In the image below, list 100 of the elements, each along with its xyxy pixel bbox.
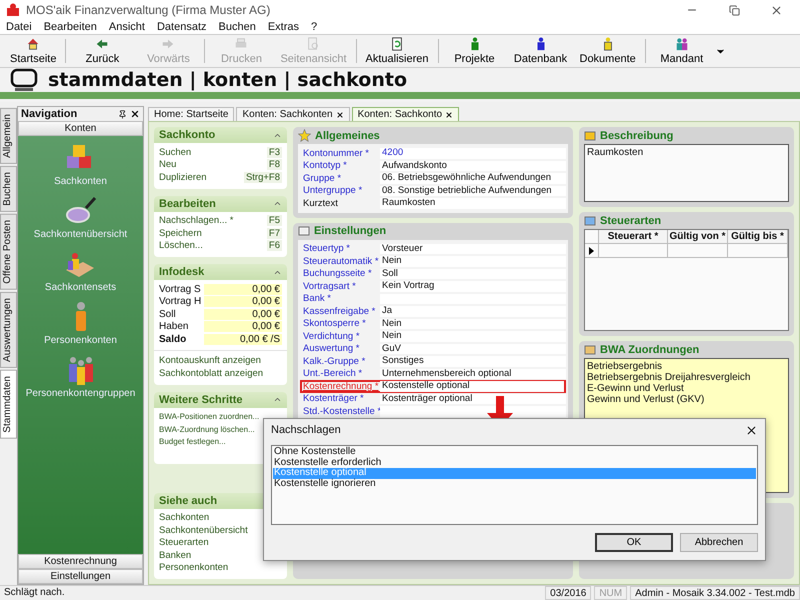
pane-title: Siehe auch bbox=[159, 494, 218, 506]
field-value[interactable]: Soll bbox=[380, 268, 566, 279]
menu-item[interactable]: Bearbeiten bbox=[44, 21, 97, 33]
shortcut-label: Strg+F8 bbox=[244, 172, 282, 183]
field-label[interactable]: Verdichtung * bbox=[300, 330, 380, 342]
field-value[interactable]: Ja bbox=[380, 306, 566, 316]
field-value[interactable]: Nein bbox=[380, 331, 566, 342]
field-value[interactable]: Kostenträger optional bbox=[380, 394, 566, 404]
menu-item[interactable]: Datei bbox=[6, 21, 32, 33]
toolbar-button[interactable]: Startseite bbox=[4, 35, 62, 67]
side-tab[interactable]: Auswertungen bbox=[0, 292, 17, 368]
list-item[interactable]: E-Gewinn und Verlust bbox=[587, 383, 786, 394]
menu-item[interactable]: Extras bbox=[268, 21, 300, 33]
list-item[interactable]: Gewinn und Verlust (GKV) bbox=[587, 394, 786, 405]
close-icon[interactable] bbox=[745, 424, 758, 436]
column-header[interactable]: Steuerart * bbox=[599, 230, 668, 243]
field-label[interactable]: Unt.-Bereich * bbox=[300, 368, 380, 380]
collapse-icon[interactable] bbox=[273, 199, 282, 208]
field-value[interactable]: Vorsteuer bbox=[380, 244, 566, 254]
field-value[interactable]: Nein bbox=[380, 256, 566, 266]
list-option[interactable]: Kostenstelle ignorieren bbox=[273, 478, 756, 489]
menu-item[interactable]: Buchen bbox=[218, 21, 256, 33]
task-link[interactable]: Löschen... F6 bbox=[159, 240, 282, 252]
field-value[interactable]: Sonstiges bbox=[380, 356, 566, 366]
toolbar-button[interactable]: Datenbank bbox=[508, 35, 574, 67]
field-label[interactable]: Kontonummer * bbox=[300, 148, 380, 159]
list-option[interactable]: Kostenstelle erforderlich bbox=[273, 458, 756, 468]
field-value[interactable]: GuV bbox=[380, 344, 566, 354]
task-link[interactable]: BWA-Positionen zuordnen... bbox=[159, 410, 282, 423]
menu-item[interactable]: Ansicht bbox=[108, 21, 145, 33]
field-value[interactable]: 4200 bbox=[380, 148, 566, 158]
settings-card-icon bbox=[298, 225, 310, 237]
field-label[interactable]: Vortragsart * bbox=[300, 280, 380, 292]
toolbar-button[interactable]: Dokumente bbox=[574, 35, 642, 67]
info-value: 0,00 € bbox=[204, 284, 282, 295]
task-link[interactable]: Duplizieren Strg+F8 bbox=[159, 171, 282, 184]
toolbar-button[interactable]: Aktualisieren bbox=[360, 35, 434, 67]
field-label[interactable]: Kurztext bbox=[300, 198, 380, 209]
field-label[interactable]: Steuerautomatik * bbox=[300, 256, 380, 267]
field-value[interactable]: Kostenstelle optional bbox=[380, 381, 564, 392]
column-header[interactable]: Gültig bis * bbox=[728, 230, 788, 243]
field-value[interactable]: 08. Sonstige betriebliche Aufwendungen bbox=[380, 186, 566, 196]
group-button[interactable]: Konten bbox=[18, 121, 143, 136]
field-label[interactable]: Kalk.-Gruppe * bbox=[300, 356, 380, 367]
field-label[interactable]: Skontosperre * bbox=[300, 318, 380, 330]
task-link[interactable]: Sachkontoblatt anzeigen bbox=[159, 367, 282, 380]
field-label[interactable]: Kostenträger * bbox=[300, 393, 380, 404]
field-value[interactable]: Raumkosten bbox=[380, 198, 566, 208]
close-icon[interactable] bbox=[336, 110, 344, 118]
side-tab[interactable]: Allgemein bbox=[0, 108, 17, 164]
field-value[interactable]: 06. Betriebsgewöhnliche Aufwendungen bbox=[380, 173, 566, 184]
list-item[interactable]: Betriebsergebnis bbox=[587, 361, 786, 372]
task-link[interactable]: Speichern F7 bbox=[159, 227, 282, 240]
description-field[interactable]: Raumkosten bbox=[584, 144, 789, 202]
nav-item[interactable]: Personenkonten bbox=[44, 335, 117, 346]
collapse-icon[interactable] bbox=[273, 395, 282, 404]
list-option[interactable]: Ohne Kostenstelle bbox=[273, 447, 756, 458]
task-link[interactable]: Nachschlagen... * F5 bbox=[159, 214, 282, 227]
field-label[interactable]: Kontotyp * bbox=[300, 160, 380, 172]
nav-item[interactable]: Personenkontengruppen bbox=[26, 388, 136, 399]
document-tab[interactable]: Konten: Sachkonten bbox=[236, 107, 350, 121]
pin-icon[interactable] bbox=[118, 110, 127, 118]
field-label[interactable]: Gruppe * bbox=[300, 172, 380, 184]
field-value[interactable]: Kein Vortrag bbox=[380, 281, 566, 292]
close-icon[interactable] bbox=[130, 109, 140, 119]
document-tab[interactable]: Konten: Sachkonto bbox=[352, 107, 460, 121]
document-tab[interactable]: Home: Startseite bbox=[148, 107, 234, 121]
task-link[interactable]: Neu F8 bbox=[159, 158, 282, 171]
toolbar-button[interactable]: Zurück bbox=[69, 35, 136, 67]
side-tab[interactable]: Stammdaten bbox=[0, 370, 17, 438]
group-button[interactable]: Kostenrechnung bbox=[18, 554, 143, 569]
list-item[interactable]: Betriebsergebnis Dreijahresvergleich bbox=[587, 372, 786, 383]
dialog-button[interactable]: OK bbox=[595, 533, 673, 552]
toolbar-button[interactable]: Projekte bbox=[442, 35, 508, 67]
task-link[interactable]: Personenkonten bbox=[159, 562, 282, 574]
field-value[interactable] bbox=[380, 406, 566, 416]
info-value: 0,00 € bbox=[204, 308, 282, 320]
column-header[interactable]: Gültig von * bbox=[668, 230, 728, 243]
toolbar-button[interactable]: Mandant bbox=[648, 35, 715, 67]
close-icon[interactable] bbox=[445, 110, 454, 118]
field-value[interactable]: Nein bbox=[380, 318, 566, 329]
field-label[interactable]: Untergruppe * bbox=[300, 185, 380, 196]
field-label[interactable]: Buchungsseite * bbox=[300, 268, 380, 280]
field-label[interactable]: Auswertung * bbox=[300, 343, 380, 354]
menu-item[interactable]: ? bbox=[311, 21, 318, 33]
menu-item[interactable]: Datensatz bbox=[156, 21, 207, 33]
status-text: 03/2016 bbox=[545, 586, 592, 600]
field-label[interactable]: Steuertyp * bbox=[300, 243, 380, 254]
task-link[interactable]: Kontoauskunft anzeigen bbox=[159, 354, 282, 367]
dialog-button[interactable]: Abbrechen bbox=[680, 533, 758, 552]
task-link[interactable]: Suchen F3 bbox=[159, 146, 282, 158]
field-value[interactable]: Unternehmensbereich optional bbox=[380, 368, 566, 379]
side-tab[interactable]: Offene Posten bbox=[0, 214, 17, 290]
field-label[interactable]: Kostenrechnung * bbox=[300, 380, 380, 392]
field-value[interactable]: Aufwandskonto bbox=[380, 160, 566, 171]
group-button[interactable]: Einstellungen bbox=[18, 569, 143, 584]
panel-title: Allgemeines bbox=[315, 130, 380, 142]
side-tab[interactable]: Buchen bbox=[0, 166, 17, 212]
field-label[interactable]: Kassenfreigabe * bbox=[300, 306, 380, 317]
field-label[interactable]: Bank * bbox=[300, 293, 380, 304]
